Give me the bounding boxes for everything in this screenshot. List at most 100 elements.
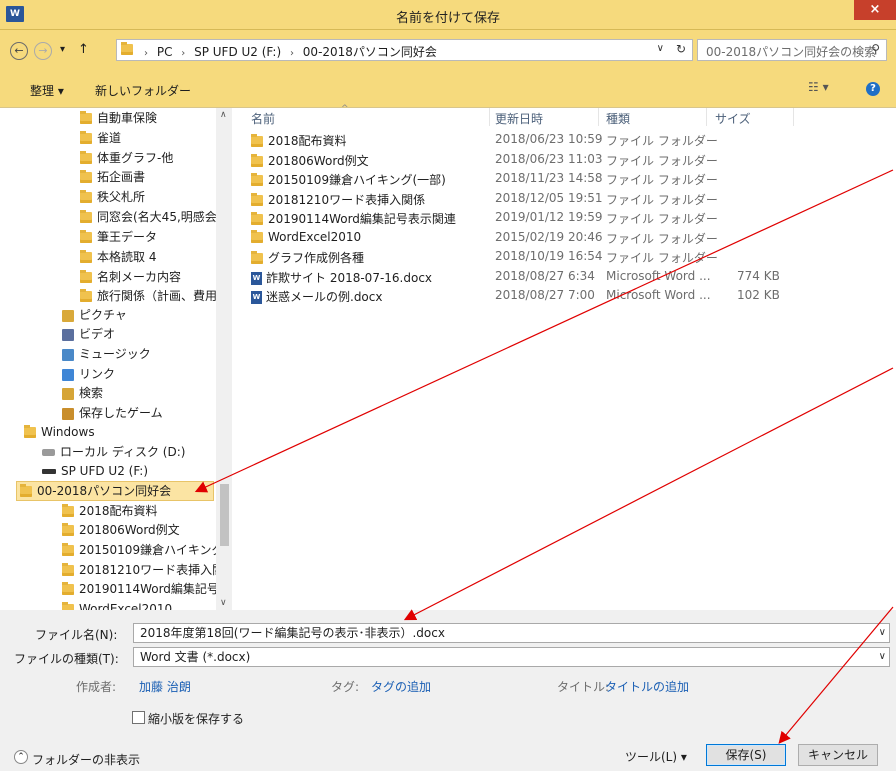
thumbnail-checkbox[interactable] bbox=[132, 711, 145, 724]
filename-dropdown-icon[interactable]: ∨ bbox=[879, 624, 886, 642]
nav-item[interactable]: 2018配布資料 bbox=[62, 501, 158, 521]
hide-folders-button[interactable]: フォルダーの非表示 bbox=[32, 751, 140, 768]
tags-value[interactable]: タグの追加 bbox=[371, 678, 431, 695]
nav-item[interactable]: 体重グラフ-他 bbox=[80, 148, 173, 168]
recent-locations-icon[interactable]: ▾ bbox=[60, 44, 65, 55]
column-divider[interactable] bbox=[706, 108, 707, 126]
column-divider[interactable] bbox=[489, 108, 490, 126]
folder-icon bbox=[251, 153, 263, 167]
breadcrumb-item[interactable]: PC bbox=[157, 45, 173, 59]
close-button[interactable]: × bbox=[854, 0, 896, 20]
nav-item[interactable]: 201806Word例文 bbox=[62, 520, 180, 540]
filetype-dropdown-icon[interactable]: ∨ bbox=[879, 648, 886, 666]
file-list[interactable]: ^ 名前 更新日時 種類 サイズ 2018配布資料 2018/06/23 10:5… bbox=[233, 104, 896, 610]
file-size: 774 KB bbox=[737, 268, 780, 283]
nav-item[interactable]: 筆王データ bbox=[80, 227, 157, 247]
back-icon[interactable]: ← bbox=[10, 42, 28, 60]
file-row[interactable]: 20150109鎌倉ハイキング(一部) 2018/11/23 14:58 ファイル … bbox=[233, 169, 793, 189]
nav-item-label: 同窓会(名大45,明感会、 bbox=[97, 210, 229, 224]
column-header-date[interactable]: 更新日時 bbox=[495, 110, 543, 127]
search-placeholder: 00-2018パソコン同好会の検索 bbox=[706, 45, 877, 59]
address-dropdown-icon[interactable]: ∨ bbox=[657, 43, 664, 54]
cancel-button[interactable]: キャンセル bbox=[798, 744, 878, 766]
file-row[interactable]: WordExcel2010 2015/02/19 20:46 ファイル フォルダー bbox=[233, 228, 793, 248]
nav-item[interactable]: 20190114Word編集記号表 bbox=[62, 579, 231, 599]
column-header-type[interactable]: 種類 bbox=[606, 110, 630, 127]
nav-item[interactable]: 00-2018パソコン同好会 bbox=[16, 481, 214, 501]
file-row[interactable]: 2018配布資料 2018/06/23 10:59 ファイル フォルダー bbox=[233, 130, 793, 150]
tools-menu-button[interactable]: ツール(L) ▾ bbox=[625, 748, 687, 765]
nav-item[interactable]: 拓企画書 bbox=[80, 167, 145, 187]
search-icon[interactable]: ⚲ bbox=[871, 42, 880, 56]
breadcrumb-item[interactable]: 00-2018パソコン同好会 bbox=[303, 45, 437, 59]
nav-item[interactable]: ミュージック bbox=[62, 344, 151, 364]
column-header-name[interactable]: 名前 bbox=[251, 110, 275, 127]
file-row[interactable]: 20181210ワード表挿入関係 2018/12/05 19:51 ファイル フォル… bbox=[233, 189, 793, 209]
scroll-thumb[interactable] bbox=[220, 484, 229, 546]
nav-item[interactable]: 名刺メーカ内容 bbox=[80, 267, 181, 287]
nav-item[interactable]: 雀道 bbox=[80, 128, 121, 148]
filename-field[interactable]: 2018年度第18回(ワード編集記号の表示･非表示）.docx ∨ bbox=[133, 623, 890, 643]
up-folder-icon[interactable]: ↑ bbox=[78, 42, 89, 57]
nav-item[interactable]: 20181210ワード表挿入関係 bbox=[62, 560, 232, 580]
file-name-cell: WordExcel2010 bbox=[251, 229, 361, 244]
file-type: ファイル フォルダー bbox=[606, 173, 718, 187]
nav-item[interactable]: ローカル ディスク (D:) bbox=[42, 442, 185, 462]
nav-item[interactable]: SP UFD U2 (F:) bbox=[42, 461, 148, 481]
forward-icon[interactable]: → bbox=[34, 42, 52, 60]
navigation-scrollbar[interactable]: ∧ ∨ bbox=[216, 108, 232, 610]
hide-folders-icon[interactable]: ⌃ bbox=[14, 750, 28, 764]
folder-icon bbox=[80, 289, 92, 302]
breadcrumb-separator: › bbox=[144, 48, 148, 59]
column-divider[interactable] bbox=[793, 108, 794, 126]
refresh-icon[interactable]: ↻ bbox=[676, 42, 686, 56]
view-options-icon[interactable]: ☷ ▾ bbox=[808, 80, 829, 94]
search-input[interactable]: 00-2018パソコン同好会の検索 ⚲ bbox=[697, 39, 887, 61]
help-icon[interactable]: ? bbox=[866, 82, 880, 96]
nav-item[interactable]: ビデオ bbox=[62, 324, 115, 344]
nav-item-label: SP UFD U2 (F:) bbox=[61, 464, 149, 478]
nav-item-label: 201806Word例文 bbox=[79, 523, 180, 537]
breadcrumb-item[interactable]: SP UFD U2 (F:) bbox=[194, 45, 281, 59]
file-row[interactable]: W 迷惑メールの例.docx 2018/08/27 7:00 Microsoft Wo… bbox=[233, 286, 793, 306]
nav-item-label: 旅行関係（計画、費用） bbox=[97, 289, 230, 303]
navigation-pane[interactable]: 自動車保険 雀道 体重グラフ-他 拓企画書 秩父札所同窓会(名大45,明感会、筆王データ… bbox=[16, 108, 232, 610]
organize-button[interactable]: 整理 ▾ bbox=[30, 82, 64, 99]
file-row[interactable]: グラフ作成例各種 2018/10/19 16:54 ファイル フォルダー bbox=[233, 247, 793, 267]
nav-item[interactable]: 秩父札所 bbox=[80, 187, 145, 207]
filetype-select[interactable]: Word 文書 (*.docx) ∨ bbox=[133, 647, 890, 667]
nav-item[interactable]: 検索 bbox=[62, 383, 103, 403]
file-row[interactable]: W 詐欺サイト 2018-07-16.docx 2018/08/27 6:34 Mic… bbox=[233, 267, 793, 287]
address-box[interactable]: › PC › SP UFD U2 (F:) › 00-2018パソコン同好会 ∨… bbox=[116, 39, 693, 61]
nav-item[interactable]: 本格読取 4 bbox=[80, 247, 156, 267]
new-folder-button[interactable]: 新しいフォルダー bbox=[95, 82, 191, 99]
file-name-cell: W 詐欺サイト 2018-07-16.docx bbox=[251, 269, 432, 286]
breadcrumb-separator: › bbox=[181, 48, 186, 59]
save-button[interactable]: 保存(S) bbox=[706, 744, 786, 766]
nav-item[interactable]: 同窓会(名大45,明感会、 bbox=[80, 207, 229, 227]
file-name-cell: 201806Word例文 bbox=[251, 152, 369, 169]
nav-item[interactable]: 自動車保険 bbox=[80, 108, 157, 128]
file-row[interactable]: 201806Word例文 2018/06/23 11:03 ファイル フォルダー bbox=[233, 150, 793, 170]
file-name-cell: 20150109鎌倉ハイキング(一部) bbox=[251, 171, 446, 188]
title-value[interactable]: タイトルの追加 bbox=[605, 678, 689, 695]
scroll-up-icon[interactable]: ∧ bbox=[220, 110, 227, 120]
file-size: 102 KB bbox=[737, 288, 780, 302]
word-doc-icon: W bbox=[251, 271, 262, 285]
column-divider[interactable] bbox=[598, 108, 599, 126]
nav-item[interactable]: Windows bbox=[24, 422, 95, 442]
nav-item[interactable]: 保存したゲーム bbox=[62, 403, 163, 423]
filetype-label: ファイルの種類(T): bbox=[14, 652, 119, 666]
nav-item-label: ビデオ bbox=[79, 327, 116, 341]
nav-item[interactable]: 20150109鎌倉ハイキング(一 bbox=[62, 540, 232, 560]
nav-item[interactable]: WordExcel2010 bbox=[62, 599, 172, 610]
column-header-size[interactable]: サイズ bbox=[715, 110, 751, 127]
nav-item[interactable]: ピクチャ bbox=[62, 305, 127, 325]
author-label: 作成者: bbox=[76, 680, 117, 694]
nav-item[interactable]: 旅行関係（計画、費用） bbox=[80, 286, 229, 306]
nav-item[interactable]: リンク bbox=[62, 364, 115, 384]
file-row[interactable]: 20190114Word編集記号表示関連 2019/01/12 19:59 ファイル… bbox=[233, 208, 793, 228]
scroll-down-icon[interactable]: ∨ bbox=[220, 598, 227, 608]
author-value[interactable]: 加藤 治朗 bbox=[139, 678, 191, 695]
folder-icon bbox=[251, 229, 263, 243]
